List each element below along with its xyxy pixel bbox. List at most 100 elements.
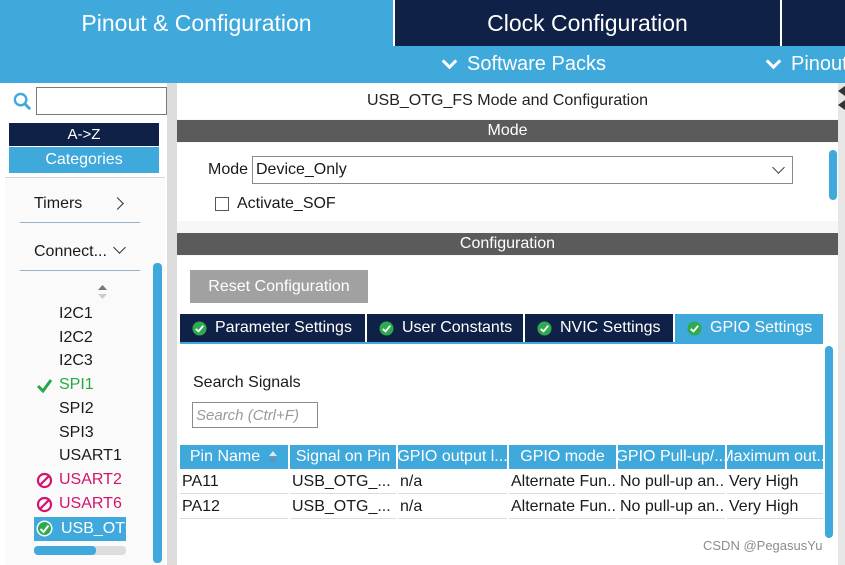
reset-configuration-label: Reset Configuration bbox=[208, 277, 350, 295]
tab-nvic-settings[interactable]: NVIC Settings bbox=[525, 314, 673, 342]
table-cell[interactable]: Alternate Fun... bbox=[509, 470, 616, 494]
table-header-cell[interactable]: Pin Name bbox=[180, 445, 288, 469]
peripheral-label: SPI3 bbox=[59, 424, 94, 441]
table-header-cell[interactable]: GPIO Pull-up/... bbox=[618, 445, 725, 469]
mode-vertical-scrollbar[interactable] bbox=[829, 150, 837, 200]
tab-user-constants-label: User Constants bbox=[402, 319, 513, 336]
chevron-down-icon bbox=[765, 53, 782, 70]
watermark: CSDN @PegasusYu bbox=[703, 538, 823, 553]
tab-clock-configuration[interactable]: Clock Configuration bbox=[395, 0, 780, 46]
category-connectivity[interactable]: Connect... bbox=[20, 233, 140, 271]
peripheral-item-i2c1[interactable]: I2C1 bbox=[36, 303, 93, 325]
categories-label: Categories bbox=[45, 151, 123, 168]
right-collapsed-panel[interactable] bbox=[838, 83, 845, 565]
table-header-label: Pin Name bbox=[189, 448, 261, 465]
peripheral-item-i2c3[interactable]: I2C3 bbox=[36, 350, 93, 372]
blocked-icon bbox=[36, 496, 53, 513]
category-connectivity-label: Connect... bbox=[34, 242, 107, 260]
tab-overflow[interactable] bbox=[782, 0, 845, 46]
table-cell[interactable]: USB_OTG_... bbox=[290, 470, 396, 494]
category-timers[interactable]: Timers bbox=[20, 185, 140, 223]
table-cell[interactable]: No pull-up an... bbox=[618, 470, 725, 494]
peripheral-item-usart6[interactable]: USART6 bbox=[36, 493, 122, 515]
tree-horizontal-scrollbar[interactable] bbox=[34, 546, 96, 555]
peripheral-item-spi1[interactable]: SPI1 bbox=[36, 374, 94, 396]
signal-search-input[interactable] bbox=[192, 402, 318, 428]
search-signals-label: Search Signals bbox=[193, 374, 301, 391]
check-circle-icon bbox=[36, 520, 53, 537]
peripheral-label: USART1 bbox=[59, 447, 122, 464]
tree-vertical-scrollbar[interactable] bbox=[153, 263, 162, 563]
page-title: USB_OTG_FS Mode and Configuration bbox=[177, 83, 838, 119]
tab-user-constants[interactable]: User Constants bbox=[367, 314, 523, 342]
tab-nvic-settings-label: NVIC Settings bbox=[560, 319, 661, 336]
sort-arrows-icon[interactable] bbox=[97, 284, 108, 300]
pinout-menu[interactable]: Pinout bbox=[765, 46, 845, 83]
reset-configuration-button[interactable]: Reset Configuration bbox=[190, 270, 368, 303]
peripheral-label: SPI1 bbox=[59, 376, 94, 393]
table-header-cell[interactable]: GPIO output l... bbox=[398, 445, 507, 469]
table-cell[interactable]: PA11 bbox=[180, 470, 288, 494]
software-packs-label: Software Packs bbox=[467, 53, 606, 75]
table-header-label: GPIO mode bbox=[520, 448, 605, 465]
chevron-down-icon bbox=[113, 241, 126, 254]
peripheral-label: USART6 bbox=[59, 495, 122, 512]
peripheral-label: I2C2 bbox=[59, 329, 93, 346]
peripheral-label: SPI2 bbox=[59, 400, 94, 417]
table-cell[interactable]: Very High bbox=[727, 495, 823, 519]
table-header-cell[interactable]: Signal on Pin bbox=[290, 445, 396, 469]
activate-sof-label: Activate_SOF bbox=[237, 195, 336, 212]
peripheral-label: I2C1 bbox=[59, 305, 93, 322]
tab-gpio-settings[interactable]: GPIO Settings bbox=[675, 314, 823, 342]
peripheral-item-spi3[interactable]: SPI3 bbox=[36, 422, 94, 444]
tab-gpio-settings-label: GPIO Settings bbox=[710, 319, 813, 336]
table-header-label: GPIO Pull-up/... bbox=[618, 448, 725, 465]
search-icon[interactable] bbox=[13, 92, 32, 111]
peripheral-label: I2C3 bbox=[59, 352, 93, 369]
checkmark-icon bbox=[36, 379, 53, 394]
sort-a-z-button[interactable]: A->Z bbox=[9, 123, 159, 146]
peripheral-label: USART2 bbox=[59, 471, 122, 488]
chevron-down-icon bbox=[441, 53, 458, 70]
tab-parameter-settings[interactable]: Parameter Settings bbox=[180, 314, 365, 342]
tab-parameter-settings-label: Parameter Settings bbox=[215, 319, 352, 336]
table-cell[interactable]: USB_OTG_... bbox=[290, 495, 396, 519]
check-circle-icon bbox=[687, 320, 702, 336]
peripheral-item-usart2[interactable]: USART2 bbox=[36, 469, 122, 491]
chevron-right-icon bbox=[111, 197, 124, 210]
table-cell[interactable]: PA12 bbox=[180, 495, 288, 519]
table-header-cell[interactable]: GPIO mode bbox=[509, 445, 616, 469]
check-circle-icon bbox=[537, 320, 552, 336]
mode-section-header: Mode bbox=[177, 120, 838, 142]
sidebar-splitter[interactable] bbox=[167, 83, 177, 565]
table-header-cell[interactable]: Maximum out... bbox=[727, 445, 823, 469]
table-cell[interactable]: No pull-up an... bbox=[618, 495, 725, 519]
table-header-label: Signal on Pin bbox=[295, 448, 391, 465]
pinout-menu-label: Pinout bbox=[791, 53, 845, 75]
peripheral-item-usart1[interactable]: USART1 bbox=[36, 445, 122, 467]
activate-sof-checkbox[interactable] bbox=[215, 197, 229, 211]
sort-a-z-label: A->Z bbox=[67, 126, 101, 143]
tab-pinout-configuration[interactable]: Pinout & Configuration bbox=[0, 0, 393, 46]
table-header-label: Maximum out... bbox=[727, 448, 823, 465]
gpio-vertical-scrollbar[interactable] bbox=[825, 346, 833, 538]
sort-arrows-icon bbox=[269, 451, 278, 463]
sidebar-search-input[interactable] bbox=[36, 87, 167, 115]
peripheral-label: USB_OTG bbox=[61, 520, 126, 537]
software-packs-menu[interactable]: Software Packs bbox=[441, 46, 606, 83]
check-circle-icon bbox=[192, 320, 207, 336]
peripheral-item-usb-otg[interactable]: USB_OTG bbox=[34, 517, 126, 541]
mode-label: Mode bbox=[208, 161, 249, 178]
mode-select[interactable]: Device_Only bbox=[252, 156, 793, 184]
peripheral-item-spi2[interactable]: SPI2 bbox=[36, 398, 94, 420]
tab-clock-label: Clock Configuration bbox=[487, 9, 688, 36]
categories-button[interactable]: Categories bbox=[9, 147, 159, 173]
table-cell[interactable]: n/a bbox=[398, 495, 507, 519]
table-cell[interactable]: n/a bbox=[398, 470, 507, 494]
peripheral-item-i2c2[interactable]: I2C2 bbox=[36, 327, 93, 349]
category-timers-label: Timers bbox=[34, 194, 83, 212]
configuration-section-header: Configuration bbox=[177, 233, 838, 255]
table-cell[interactable]: Alternate Fun... bbox=[509, 495, 616, 519]
tab-pinout-label: Pinout & Configuration bbox=[81, 9, 312, 36]
table-cell[interactable]: Very High bbox=[727, 470, 823, 494]
